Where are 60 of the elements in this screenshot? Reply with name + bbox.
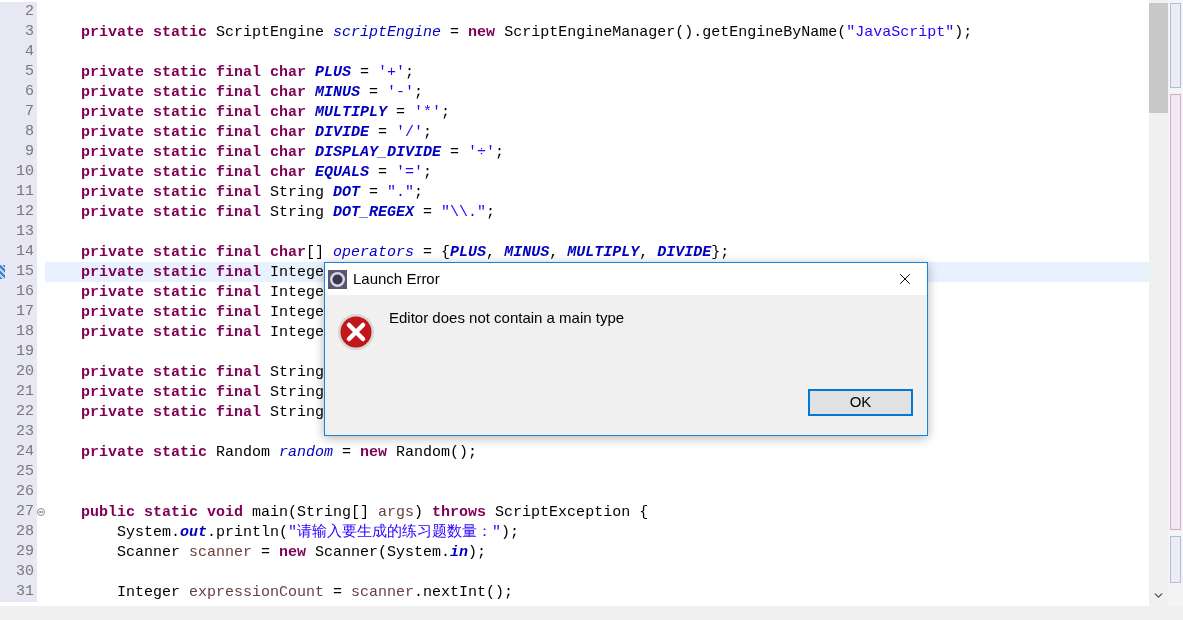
ok-button[interactable]: OK bbox=[808, 389, 913, 416]
line-number: 27 bbox=[16, 502, 34, 522]
line-number: 18 bbox=[16, 322, 34, 342]
line-number: 8 bbox=[25, 122, 34, 142]
line-number: 4 bbox=[25, 42, 34, 62]
code-line: private static final Intege bbox=[81, 324, 325, 341]
code-line: private static final char MULTIPLY = '*'; bbox=[81, 104, 451, 121]
error-icon bbox=[337, 313, 375, 351]
code-line: Scanner scanner = new Scanner(System.in); bbox=[117, 544, 487, 561]
code-line: System.out.println("请输入要生成的练习题数量："); bbox=[117, 524, 520, 541]
line-number: 15 bbox=[16, 262, 34, 282]
code-line: private static final String bbox=[81, 404, 325, 421]
code-line: public static void main(String[] args) throws ScriptException { bbox=[81, 504, 649, 521]
line-number: 20 bbox=[16, 362, 34, 382]
line-number: 11 bbox=[16, 182, 34, 202]
code-line: private static final Intege bbox=[81, 264, 325, 281]
error-message: Editor does not contain a main type bbox=[389, 308, 625, 328]
line-number: 17 bbox=[16, 302, 34, 322]
line-number: 7 bbox=[25, 102, 34, 122]
line-number: 22 bbox=[16, 402, 34, 422]
code-line: private static final char DISPLAY_DIVIDE = '÷'; bbox=[81, 144, 505, 161]
code-line: private static final String bbox=[81, 384, 325, 401]
line-number: 24 bbox=[16, 442, 34, 462]
code-line: private static final char PLUS = '+'; bbox=[81, 64, 415, 81]
code-line: private static final char[] operators = {PLUS, MINUS, MULTIPLY, DIVIDE}; bbox=[81, 244, 730, 261]
vertical-scrollbar[interactable] bbox=[1149, 0, 1168, 606]
line-number: 13 bbox=[16, 222, 34, 242]
code-line: private static final Intege bbox=[81, 284, 325, 301]
line-number: 30 bbox=[16, 562, 34, 582]
scrollbar-thumb[interactable] bbox=[1149, 3, 1168, 113]
line-number: 21 bbox=[16, 382, 34, 402]
line-number: 10 bbox=[16, 162, 34, 182]
line-number: 2 bbox=[25, 2, 34, 22]
line-number: 12 bbox=[16, 202, 34, 222]
code-line: private static ScriptEngine scriptEngine = new ScriptEngineManager().getEngineByName("JavaScript"); bbox=[81, 24, 973, 41]
line-number: 19 bbox=[16, 342, 34, 362]
code-line: private static final String bbox=[81, 364, 325, 381]
code-line: private static final char DIVIDE = '/'; bbox=[81, 124, 433, 141]
line-number: 14 bbox=[16, 242, 34, 262]
line-number: 26 bbox=[16, 482, 34, 502]
gear-icon bbox=[328, 269, 347, 289]
line-number: 23 bbox=[16, 422, 34, 442]
code-line: private static final char MINUS = '-'; bbox=[81, 84, 424, 101]
code-line: private static Random random = new Random(); bbox=[81, 444, 478, 461]
code-line: private static final Intege bbox=[81, 304, 325, 321]
line-number: 3 bbox=[25, 22, 34, 42]
line-number: 16 bbox=[16, 282, 34, 302]
dialog-title: Launch Error bbox=[353, 268, 441, 289]
code-line: private static final char EQUALS = '='; bbox=[81, 164, 433, 181]
line-number: 28 bbox=[16, 522, 34, 542]
line-number: 25 bbox=[16, 462, 34, 482]
code-line: private static final String DOT = "."; bbox=[81, 184, 424, 201]
line-number: 29 bbox=[16, 542, 34, 562]
fold-toggle-icon[interactable] bbox=[37, 508, 45, 516]
code-line: Integer expressionCount = scanner.nextInt(); bbox=[117, 584, 514, 601]
line-number: 6 bbox=[25, 82, 34, 102]
line-number: 31 bbox=[16, 582, 34, 602]
code-line: private static final String DOT_REGEX = "\\."; bbox=[81, 204, 496, 221]
line-number: 9 bbox=[25, 142, 34, 162]
line-number: 5 bbox=[25, 62, 34, 82]
